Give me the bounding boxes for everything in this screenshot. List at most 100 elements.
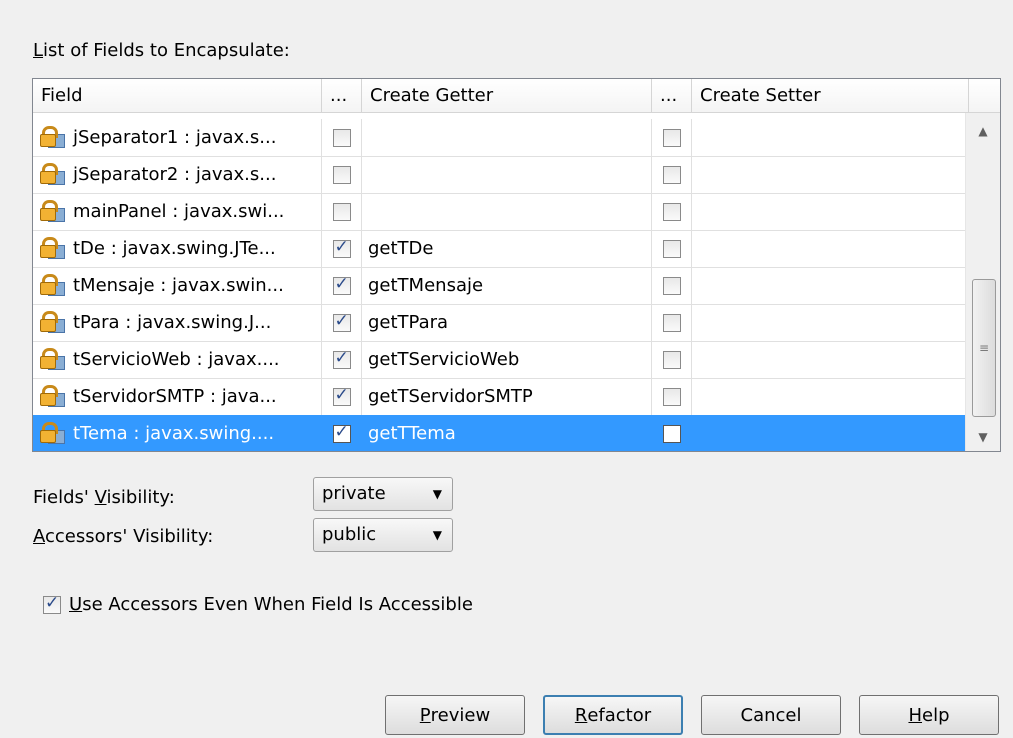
scroll-thumb[interactable]: ≡ — [972, 279, 996, 417]
create-setter-checkbox[interactable] — [662, 424, 681, 443]
setter-name-cell[interactable] — [692, 156, 965, 194]
create-setter-checkbox[interactable] — [662, 128, 681, 147]
private-field-lock-icon — [39, 125, 67, 151]
create-setter-checkbox[interactable] — [662, 202, 681, 221]
table-row[interactable]: tMensaje : javax.swin... getTMensaje — [33, 267, 965, 305]
setter-name-cell[interactable] — [692, 119, 965, 157]
getter-name-cell[interactable]: getTServidorSMTP — [362, 378, 652, 416]
field-cell[interactable]: tMensaje : javax.swin... — [33, 267, 322, 305]
refactor-button[interactable]: Refactor — [543, 695, 683, 735]
table-row[interactable]: tTema : javax.swing.... getTTema — [33, 415, 965, 451]
create-getter-checkbox[interactable] — [332, 422, 351, 443]
chevron-down-icon: ▼ — [432, 487, 442, 501]
scroll-down-arrow-icon[interactable]: ▼ — [966, 423, 1000, 451]
field-name: tMensaje : javax.swin... — [73, 275, 284, 296]
vertical-scrollbar[interactable]: ▲ ≡ ▼ — [965, 113, 1000, 451]
setter-name-cell[interactable] — [692, 193, 965, 231]
getter-name-cell[interactable]: getTTema — [362, 415, 652, 451]
list-label: List of Fields to Encapsulate: — [33, 40, 290, 61]
create-getter-checkbox[interactable] — [332, 165, 351, 184]
use-accessors-checkbox[interactable]: Use Accessors Even When Field Is Accessi… — [43, 593, 473, 615]
create-setter-checkbox[interactable] — [662, 165, 681, 184]
fields-table[interactable]: Field ... Create Getter ... Create Sette… — [32, 78, 1001, 452]
field-cell[interactable]: tDe : javax.swing.JTe... — [33, 230, 322, 268]
setter-checkbox-cell[interactable] — [652, 415, 692, 451]
table-row[interactable]: jSeparator2 : javax.s... — [33, 156, 965, 194]
setter-checkbox-cell[interactable] — [652, 378, 692, 416]
setter-checkbox-cell[interactable] — [652, 230, 692, 268]
column-header-create-setter[interactable]: Create Setter — [692, 79, 969, 112]
getter-checkbox-cell[interactable] — [322, 267, 362, 305]
getter-name-cell[interactable]: getTServicioWeb — [362, 341, 652, 379]
getter-name-cell[interactable]: getTPara — [362, 304, 652, 342]
create-setter-checkbox[interactable] — [662, 387, 681, 406]
table-row[interactable]: tDe : javax.swing.JTe... getTDe — [33, 230, 965, 268]
preview-button[interactable]: Preview — [385, 695, 525, 735]
setter-name-cell[interactable] — [692, 267, 965, 305]
fields-visibility-select[interactable]: private ▼ — [313, 477, 453, 511]
create-getter-checkbox[interactable] — [332, 202, 351, 221]
checkbox-icon[interactable] — [43, 593, 61, 614]
create-getter-checkbox[interactable] — [332, 274, 351, 295]
field-cell[interactable]: jSeparator1 : javax.s... — [33, 119, 322, 157]
setter-checkbox-cell[interactable] — [652, 267, 692, 305]
create-setter-checkbox[interactable] — [662, 239, 681, 258]
table-row[interactable]: mainPanel : javax.swi... — [33, 193, 965, 231]
setter-checkbox-cell[interactable] — [652, 341, 692, 379]
cancel-button[interactable]: Cancel — [701, 695, 841, 735]
getter-name: getTDe — [368, 238, 434, 259]
create-getter-checkbox[interactable] — [332, 237, 351, 258]
getter-checkbox-cell[interactable] — [322, 378, 362, 416]
accessors-visibility-select[interactable]: public ▼ — [313, 518, 453, 552]
getter-checkbox-cell[interactable] — [322, 156, 362, 194]
table-row[interactable]: tServicioWeb : javax.... getTServicioWeb — [33, 341, 965, 379]
field-cell[interactable]: jSeparator2 : javax.s... — [33, 156, 322, 194]
setter-checkbox-cell[interactable] — [652, 119, 692, 157]
field-cell[interactable]: tTema : javax.swing.... — [33, 415, 322, 451]
getter-name-cell[interactable]: getTDe — [362, 230, 652, 268]
column-header-create-getter[interactable]: Create Getter — [362, 79, 652, 112]
create-getter-checkbox[interactable] — [332, 128, 351, 147]
table-row[interactable]: tServidorSMTP : java... getTServidorSMTP — [33, 378, 965, 416]
create-setter-checkbox[interactable] — [662, 276, 681, 295]
getter-name-cell[interactable]: getTMensaje — [362, 267, 652, 305]
setter-name-cell[interactable] — [692, 341, 965, 379]
getter-checkbox-cell[interactable] — [322, 119, 362, 157]
setter-name-cell[interactable] — [692, 378, 965, 416]
field-cell[interactable]: tPara : javax.swing.J... — [33, 304, 322, 342]
setter-checkbox-cell[interactable] — [652, 156, 692, 194]
getter-checkbox-cell[interactable] — [322, 193, 362, 231]
setter-checkbox-cell[interactable] — [652, 193, 692, 231]
getter-name-cell[interactable] — [362, 156, 652, 194]
getter-name: getTPara — [368, 312, 449, 333]
setter-name-cell[interactable] — [692, 304, 965, 342]
field-name: mainPanel : javax.swi... — [73, 201, 285, 222]
getter-name-cell[interactable] — [362, 119, 652, 157]
getter-checkbox-cell[interactable] — [322, 304, 362, 342]
field-cell[interactable]: tServidorSMTP : java... — [33, 378, 322, 416]
table-row[interactable]: tPara : javax.swing.J... getTPara — [33, 304, 965, 342]
getter-checkbox-cell[interactable] — [322, 341, 362, 379]
create-getter-checkbox[interactable] — [332, 385, 351, 406]
help-button[interactable]: Help — [859, 695, 999, 735]
fields-visibility-label: Fields' Visibility: — [33, 487, 175, 508]
getter-name-cell[interactable] — [362, 193, 652, 231]
scroll-up-arrow-icon[interactable]: ▲ — [966, 117, 1000, 145]
setter-checkbox-cell[interactable] — [652, 304, 692, 342]
column-header-field[interactable]: Field — [33, 79, 322, 112]
table-row[interactable]: jSeparator1 : javax.s... — [33, 119, 965, 157]
create-getter-checkbox[interactable] — [332, 311, 351, 332]
field-name: jSeparator2 : javax.s... — [73, 164, 277, 185]
field-cell[interactable]: tServicioWeb : javax.... — [33, 341, 322, 379]
setter-name-cell[interactable] — [692, 415, 965, 451]
create-getter-checkbox[interactable] — [332, 348, 351, 369]
private-field-lock-icon — [39, 310, 67, 336]
column-header-getter-toggle[interactable]: ... — [322, 79, 362, 112]
create-setter-checkbox[interactable] — [662, 350, 681, 369]
getter-checkbox-cell[interactable] — [322, 230, 362, 268]
column-header-setter-toggle[interactable]: ... — [652, 79, 692, 112]
getter-checkbox-cell[interactable] — [322, 415, 362, 451]
setter-name-cell[interactable] — [692, 230, 965, 268]
field-cell[interactable]: mainPanel : javax.swi... — [33, 193, 322, 231]
create-setter-checkbox[interactable] — [662, 313, 681, 332]
